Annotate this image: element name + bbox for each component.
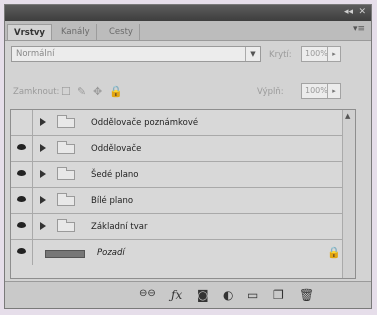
folder-icon [57, 219, 75, 232]
panel-menu-icon[interactable]: ▾≡ [353, 24, 365, 34]
eye-icon [17, 144, 26, 150]
opacity-label: Krytí: [269, 50, 292, 60]
opacity-field[interactable]: 100% ▸ [301, 46, 341, 62]
eye-icon [17, 248, 26, 254]
layer-row[interactable]: Šedé plano [11, 162, 355, 188]
adjustment-layer-icon[interactable]: ◐ [223, 288, 233, 302]
layer-name: Oddělovače poznámkové [91, 118, 199, 128]
expand-triangle-icon[interactable] [40, 118, 46, 126]
layer-name: Oddělovače [91, 144, 142, 154]
chevron-down-icon: ▼ [245, 47, 260, 61]
layer-row[interactable]: Oddělovače [11, 136, 355, 162]
visibility-toggle[interactable] [11, 136, 33, 161]
tab-strip: Vrstvy Kanály Cesty ▾≡ [5, 21, 371, 41]
panel-footer: ⊖⊖ ƒx ◙ ◐ ▭ ❐ 🗑 [5, 281, 371, 308]
opacity-value: 100% [305, 49, 328, 58]
layers-panel: ◂◂ ✕ Vrstvy Kanály Cesty ▾≡ Normální ▼ K… [4, 4, 372, 309]
folder-icon [57, 115, 75, 128]
expand-triangle-icon[interactable] [40, 144, 46, 152]
eye-icon [17, 222, 26, 228]
collapse-icon[interactable]: ◂◂ [344, 7, 353, 17]
visibility-toggle[interactable] [11, 110, 33, 135]
folder-icon [57, 167, 75, 180]
lock-pixels-icon[interactable]: ✎ [77, 85, 86, 98]
lock-label: Zamknout: [13, 87, 60, 97]
eye-icon [17, 170, 26, 176]
blend-row: Normální ▼ Krytí: 100% ▸ [5, 41, 371, 67]
chevron-right-icon[interactable]: ▸ [327, 47, 340, 61]
new-layer-icon[interactable]: ❐ [273, 288, 284, 302]
visibility-toggle[interactable] [11, 162, 33, 187]
close-icon[interactable]: ✕ [358, 7, 366, 17]
layer-row[interactable]: Základní tvar [11, 214, 355, 240]
lock-position-icon[interactable]: ✥ [93, 85, 102, 98]
expand-triangle-icon[interactable] [40, 222, 46, 230]
panel-titlebar: ◂◂ ✕ [5, 5, 371, 21]
layer-row-background[interactable]: Pozadí 🔒 [11, 240, 355, 266]
visibility-toggle[interactable] [11, 188, 33, 213]
layer-name: Bílé plano [91, 196, 134, 206]
folder-icon [57, 141, 75, 154]
visibility-toggle[interactable] [11, 214, 33, 239]
add-mask-icon[interactable]: ◙ [197, 288, 209, 302]
link-layers-icon[interactable]: ⊖⊖ [139, 288, 156, 299]
visibility-toggle[interactable] [11, 240, 33, 265]
expand-triangle-icon[interactable] [40, 170, 46, 178]
fill-field[interactable]: 100% ▸ [301, 83, 341, 99]
lock-icon: 🔒 [327, 246, 341, 259]
folder-icon [57, 193, 75, 206]
fx-icon[interactable]: ƒx [171, 288, 182, 302]
tab-channels[interactable]: Kanály [55, 24, 97, 40]
lock-transparency-icon[interactable]: ☐ [61, 85, 71, 98]
expand-triangle-icon[interactable] [40, 196, 46, 204]
layer-name: Pozadí [97, 248, 125, 258]
tab-paths[interactable]: Cesty [103, 24, 140, 40]
fill-value: 100% [305, 86, 328, 95]
delete-layer-icon[interactable]: 🗑 [299, 288, 314, 302]
tab-layers[interactable]: Vrstvy [7, 24, 52, 40]
chevron-right-icon[interactable]: ▸ [327, 84, 340, 98]
layer-row[interactable]: Bílé plano [11, 188, 355, 214]
layer-name: Základní tvar [91, 222, 148, 232]
blend-mode-select[interactable]: Normální ▼ [11, 46, 261, 62]
eye-icon [17, 196, 26, 202]
scroll-up-icon[interactable]: ▲ [345, 112, 350, 120]
fill-label: Výplň: [257, 87, 284, 97]
layer-thumbnail [45, 250, 85, 258]
lock-row: Zamknout: Výplň: 100% ▸ [5, 81, 371, 105]
scrollbar[interactable]: ▲ [342, 110, 355, 278]
layers-list: Oddělovače poznámkové Oddělovače Šedé pl… [10, 109, 356, 279]
layer-name: Šedé plano [91, 170, 139, 180]
new-group-icon[interactable]: ▭ [247, 288, 258, 302]
lock-all-icon[interactable]: 🔒 [109, 85, 123, 98]
layer-row[interactable]: Oddělovače poznámkové [11, 110, 355, 136]
blend-mode-value: Normální [16, 49, 55, 59]
